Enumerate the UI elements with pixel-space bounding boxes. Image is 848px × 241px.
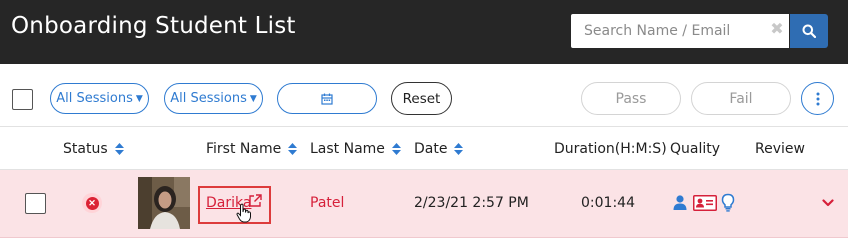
row-select-checkbox[interactable]	[25, 193, 46, 214]
column-header-first-name[interactable]: First Name	[206, 141, 298, 157]
session-filter-2-label: All Sessions	[170, 91, 247, 106]
lightbulb-icon[interactable]	[721, 193, 735, 212]
search-input[interactable]	[571, 14, 761, 48]
column-header-status[interactable]: Status	[63, 141, 124, 157]
sort-icon	[454, 143, 464, 155]
more-options-button[interactable]	[801, 82, 834, 115]
date-cell: 2/23/21 2:57 PM	[414, 195, 529, 211]
kebab-vertical-icon	[816, 92, 819, 105]
date-filter-button[interactable]	[277, 83, 377, 114]
sort-icon	[391, 143, 401, 155]
top-bar: Onboarding Student List ✖	[0, 0, 848, 64]
caret-down-icon: ▼	[249, 93, 257, 104]
pass-button[interactable]: Pass	[581, 82, 681, 115]
column-label-status: Status	[63, 141, 108, 157]
sort-icon	[114, 143, 124, 155]
last-name-cell: Patel	[310, 195, 345, 211]
fail-button[interactable]: Fail	[691, 82, 791, 115]
column-header-date[interactable]: Date	[414, 141, 464, 157]
caret-down-icon: ▼	[135, 93, 143, 104]
student-photo-thumbnail[interactable]	[138, 177, 190, 229]
session-filter-dropdown-1[interactable]: All Sessions ▼	[50, 83, 149, 114]
select-all-checkbox[interactable]	[12, 89, 33, 110]
search-icon	[802, 24, 816, 38]
column-label-first-name: First Name	[206, 141, 282, 157]
calendar-icon	[321, 93, 333, 105]
session-filter-dropdown-2[interactable]: All Sessions ▼	[164, 83, 263, 114]
column-header-duration: Duration(H:M:S)	[554, 141, 667, 157]
column-header-review: Review	[755, 141, 805, 157]
column-header-last-name[interactable]: Last Name	[310, 141, 401, 157]
column-label-last-name: Last Name	[310, 141, 385, 157]
id-card-icon[interactable]	[693, 195, 717, 211]
duration-cell: 0:01:44	[581, 195, 635, 211]
column-label-date: Date	[414, 141, 448, 157]
sort-icon	[288, 143, 298, 155]
chevron-down-icon[interactable]	[822, 199, 834, 207]
session-filter-1-label: All Sessions	[56, 91, 133, 106]
search-button[interactable]	[790, 14, 828, 48]
person-icon[interactable]	[673, 195, 687, 210]
hand-cursor-icon	[236, 203, 251, 223]
search-box: ✖	[571, 14, 789, 48]
photo-image	[138, 177, 190, 229]
column-header-quality: Quality	[670, 141, 721, 157]
page-title: Onboarding Student List	[11, 13, 296, 39]
reset-button[interactable]: Reset	[391, 82, 452, 115]
toolbar-divider	[0, 126, 848, 127]
status-failed-icon: ✕	[82, 193, 102, 213]
clear-search-icon[interactable]: ✖	[769, 20, 785, 40]
